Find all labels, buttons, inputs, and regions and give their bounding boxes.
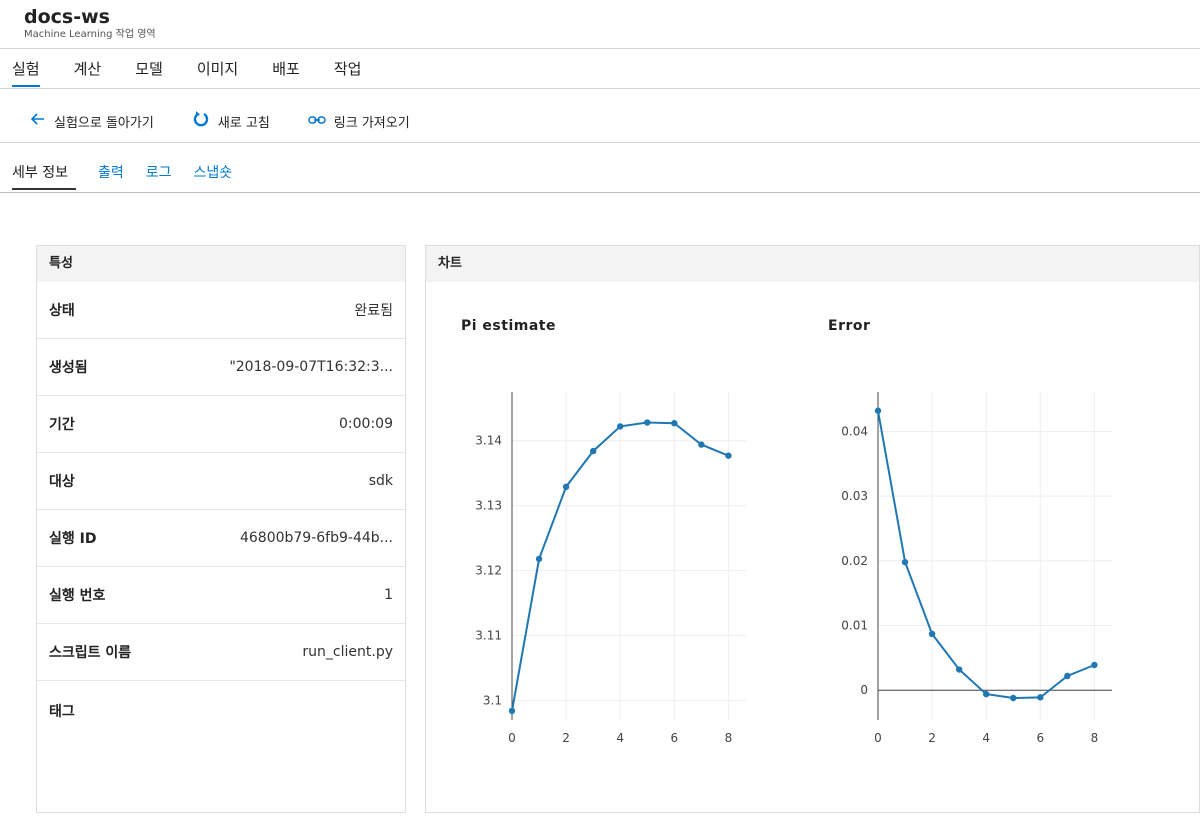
data-point — [983, 690, 990, 698]
data-point — [589, 447, 597, 455]
prop-value: run_client.py — [302, 644, 393, 660]
tab-snapshot[interactable]: 스냅숏 — [194, 162, 233, 190]
x-tick-label: 6 — [1036, 731, 1044, 745]
prop-key: 기간 — [49, 417, 75, 433]
prop-row-duration: 기간 0:00:09 — [37, 396, 405, 453]
prop-row-status: 상태 완료됨 — [37, 282, 405, 339]
workspace-title: docs-ws — [24, 6, 110, 28]
data-point — [1010, 694, 1017, 702]
data-point — [698, 441, 705, 448]
tab-details[interactable]: 세부 정보 — [12, 162, 76, 190]
data-point — [671, 419, 678, 427]
workspace-header: docs-ws Machine Learning 작업 영역 — [24, 6, 156, 42]
y-tick-label: 0.03 — [841, 489, 868, 503]
data-point — [901, 558, 909, 566]
nav-compute[interactable]: 계산 — [74, 58, 102, 88]
get-link-button[interactable]: 링크 가져오기 — [308, 112, 410, 131]
data-point — [1037, 694, 1044, 701]
x-tick-label: 8 — [725, 731, 733, 745]
prop-value: 1 — [384, 587, 393, 603]
prop-value: 완료됨 — [354, 303, 393, 319]
data-point — [955, 666, 963, 673]
data-point — [874, 407, 882, 414]
data-point — [725, 452, 732, 459]
link-label: 링크 가져오기 — [333, 115, 410, 131]
nav-deployments[interactable]: 배포 — [272, 58, 300, 88]
x-tick-label: 8 — [1091, 731, 1099, 745]
prop-row-run-id: 실행 ID 46800b79-6fb9-44b... — [37, 510, 405, 567]
workspace-subtitle: Machine Learning 작업 영역 — [24, 29, 156, 40]
run-subtabs: 세부 정보 출력 로그 스냅숏 — [12, 162, 254, 190]
data-point — [928, 630, 936, 638]
prop-row-created: 생성됨 "2018-09-07T16:32:3... — [37, 339, 405, 396]
data-point — [1064, 672, 1071, 680]
prop-row-script-name: 스크립트 이름 run_client.py — [37, 624, 405, 681]
header-divider — [0, 48, 1200, 49]
arrow-left-icon — [30, 112, 46, 130]
prop-value: 46800b79-6fb9-44b... — [239, 530, 393, 546]
prop-value: 0:00:09 — [339, 416, 393, 432]
x-tick-label: 6 — [670, 731, 678, 745]
prop-value: "2018-09-07T16:32:3... — [229, 359, 393, 375]
back-to-experiments-button[interactable]: 실험으로 돌아가기 — [30, 112, 154, 131]
data-point — [535, 555, 543, 563]
prop-row-run-number: 실행 번호 1 — [37, 567, 405, 624]
prop-key: 생성됨 — [49, 360, 88, 376]
top-nav: 실험 계산 모델 이미지 배포 작업 — [12, 58, 395, 88]
x-tick-label: 4 — [982, 731, 990, 745]
prop-row-target: 대상 sdk — [37, 453, 405, 510]
tags-label: 태그 — [49, 704, 75, 720]
refresh-button[interactable]: 새로 고침 — [192, 110, 270, 132]
chart-title-error: Error — [828, 318, 871, 334]
pi-estimate-chart: 3.1 3.11 3.12 3.13 3.14 0 2 4 6 8 — [475, 392, 746, 745]
nav-experiments[interactable]: 실험 — [12, 58, 40, 88]
prop-key: 실행 ID — [49, 531, 97, 547]
data-point — [644, 419, 651, 426]
y-tick-label: 3.1 — [483, 694, 502, 708]
data-point — [562, 483, 570, 491]
prop-value: sdk — [368, 473, 393, 489]
nav-models[interactable]: 모델 — [135, 58, 163, 88]
properties-panel: 특성 상태 완료됨 생성됨 "2018-09-07T16:32:3... 기간 … — [36, 245, 406, 813]
y-tick-label: 0 — [860, 683, 868, 697]
toolbar-divider — [0, 142, 1200, 143]
y-tick-label: 3.12 — [475, 564, 502, 578]
prop-key: 상태 — [49, 303, 75, 319]
tab-logs[interactable]: 로그 — [146, 162, 172, 190]
refresh-label: 새로 고침 — [217, 115, 270, 131]
x-tick-label: 2 — [928, 731, 936, 745]
y-tick-label: 0.02 — [841, 554, 868, 568]
y-tick-label: 0.01 — [841, 619, 868, 633]
error-chart: 0 0.01 0.02 0.03 0.04 0 2 4 6 8 — [841, 392, 1112, 745]
y-tick-label: 3.11 — [475, 629, 502, 643]
x-tick-label: 0 — [508, 731, 516, 745]
nav-divider — [0, 88, 1200, 89]
y-tick-label: 0.04 — [841, 424, 868, 438]
nav-jobs[interactable]: 작업 — [334, 58, 362, 88]
properties-header: 특성 — [37, 246, 405, 282]
tab-outputs[interactable]: 출력 — [98, 162, 124, 190]
refresh-icon — [192, 110, 210, 132]
x-tick-label: 2 — [562, 731, 570, 745]
prop-key: 스크립트 이름 — [49, 645, 132, 661]
nav-images[interactable]: 이미지 — [197, 58, 238, 88]
chart-title-pi: Pi estimate — [461, 318, 556, 334]
y-tick-label: 3.14 — [475, 434, 502, 448]
prop-key: 대상 — [49, 474, 75, 490]
subtab-divider — [0, 192, 1200, 193]
data-point — [1091, 661, 1098, 669]
toolbar: 실험으로 돌아가기 새로 고침 링크 가져오기 — [30, 110, 448, 132]
x-tick-label: 4 — [616, 731, 624, 745]
charts-header: 차트 — [426, 246, 1199, 282]
prop-key: 실행 번호 — [49, 588, 106, 604]
x-tick-label: 0 — [874, 731, 882, 745]
data-point — [508, 707, 516, 715]
y-tick-label: 3.13 — [475, 499, 502, 513]
back-label: 실험으로 돌아가기 — [54, 115, 154, 131]
data-point — [617, 423, 624, 430]
link-icon — [308, 114, 326, 129]
